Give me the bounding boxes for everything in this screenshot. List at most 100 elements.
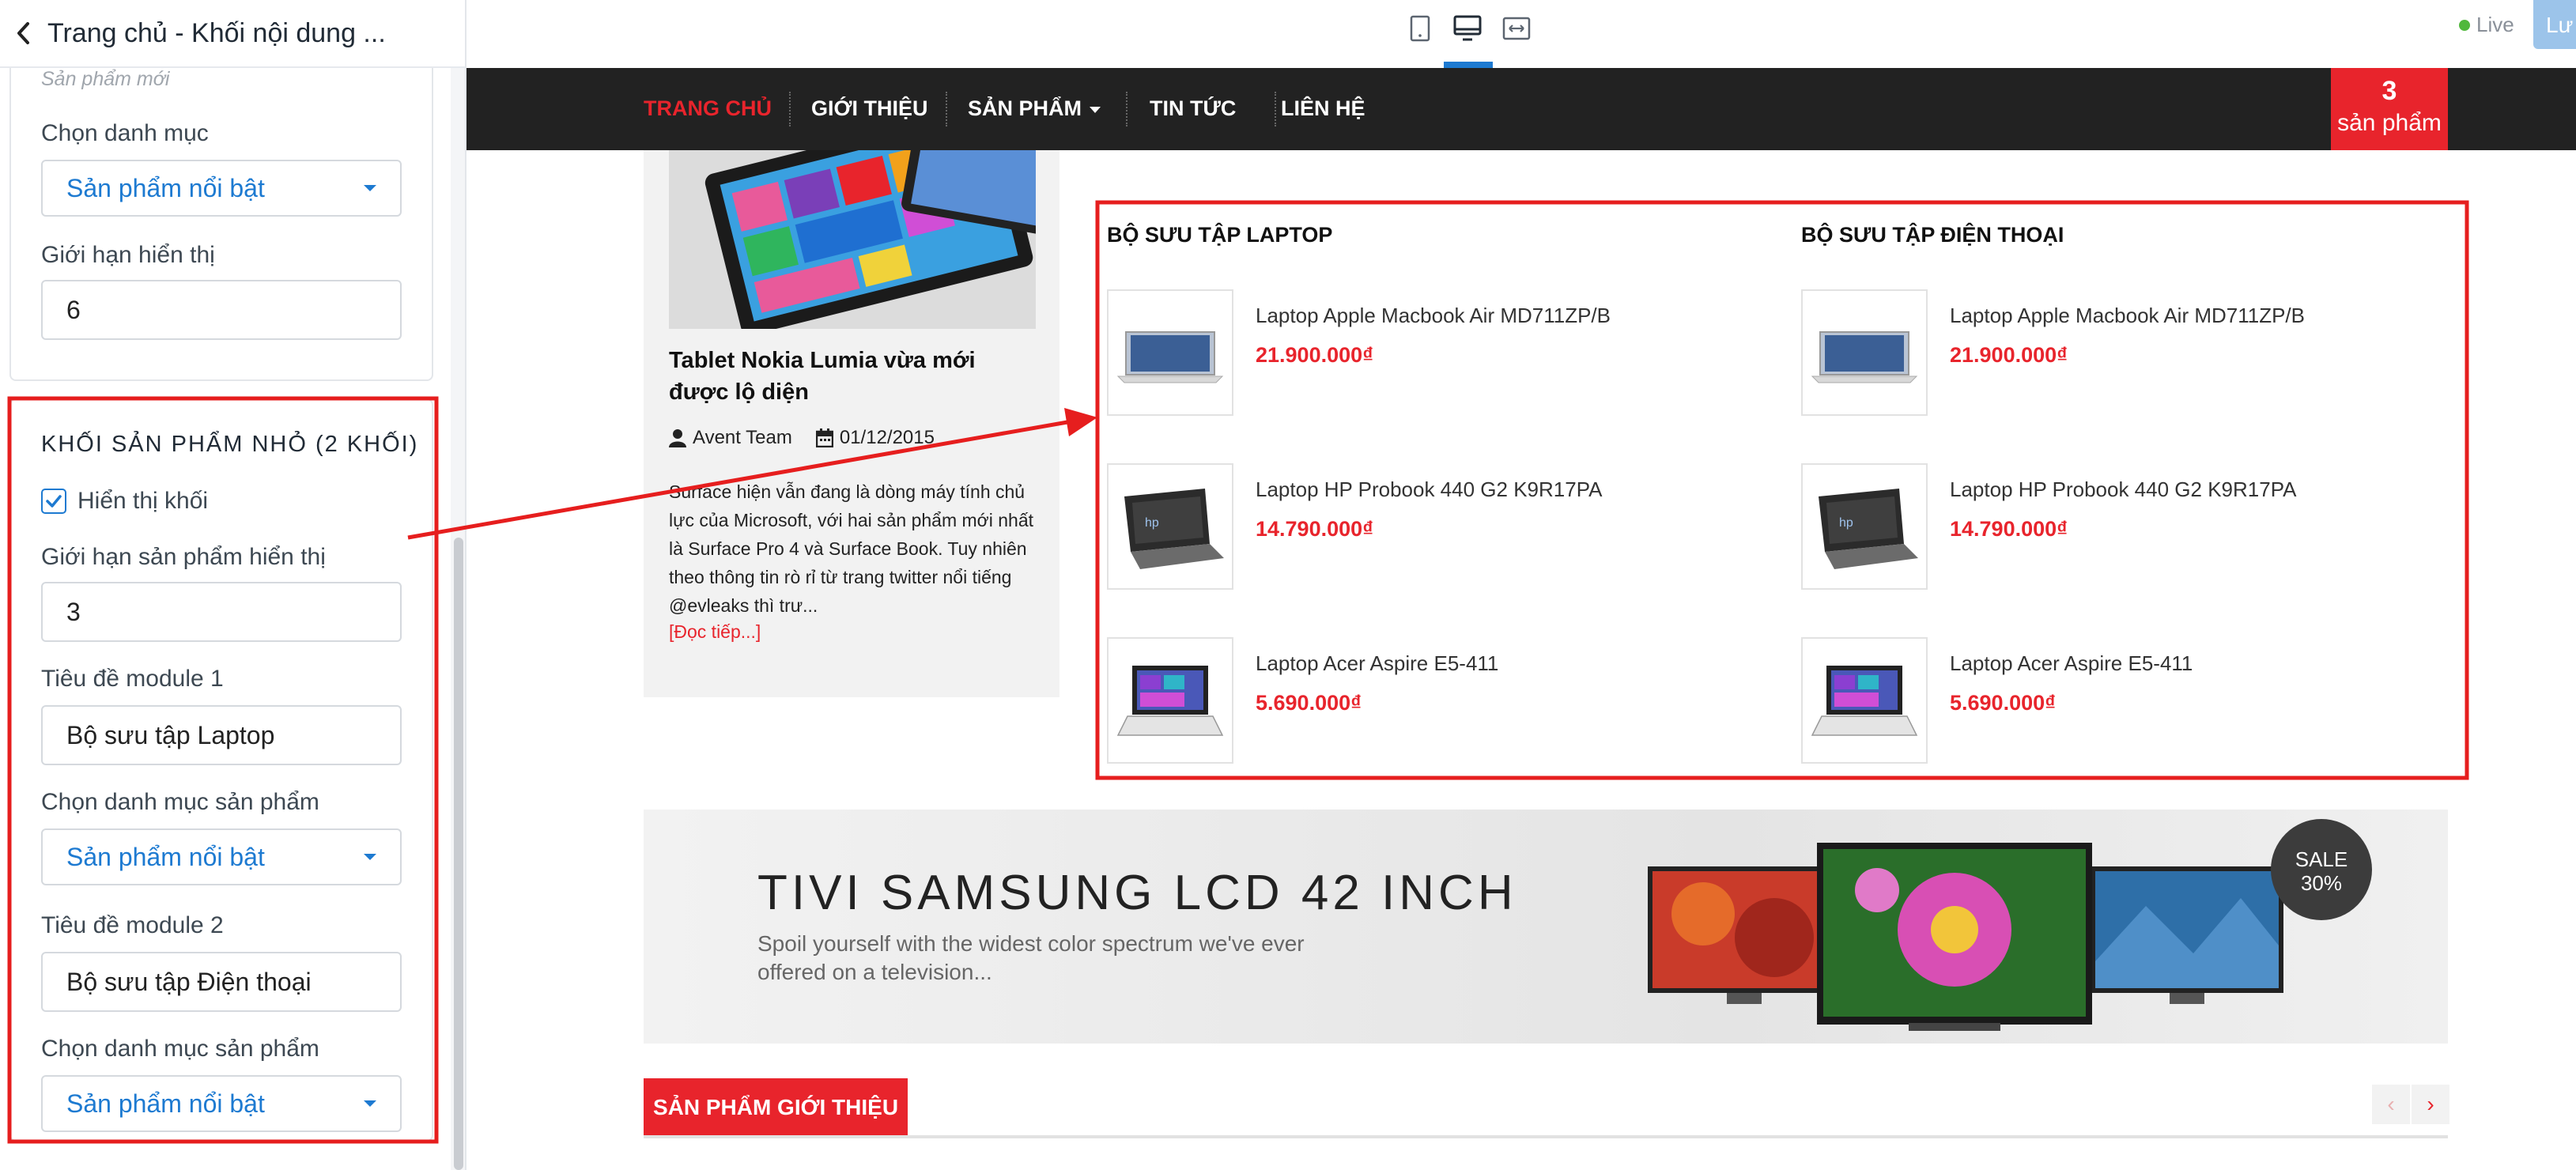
- nav-products-label: SẢN PHẨM: [968, 96, 1082, 120]
- cart-button[interactable]: 3 sản phẩm: [2331, 68, 2448, 150]
- product-item[interactable]: hp Laptop HP Probook 440 G2 K9R17PA 14.7…: [1801, 463, 2481, 590]
- product-price: 14.790.000₫: [1256, 517, 1373, 541]
- live-status: Live: [2459, 13, 2514, 37]
- blog-meta: Avent Team 01/12/2015: [669, 427, 935, 449]
- show-block-label[interactable]: Hiển thị khối: [77, 488, 208, 515]
- blog-title[interactable]: Tablet Nokia Lumia vừa mới được lộ diện: [669, 345, 1041, 408]
- product-thumbnail-acer-aspire[interactable]: [1801, 637, 1928, 764]
- nav-contact[interactable]: LIÊN HỆ: [1281, 96, 1365, 121]
- product-thumbnail-macbook[interactable]: [1801, 289, 1928, 416]
- carousel-next-button[interactable]: ›: [2412, 1085, 2449, 1124]
- module1-title-label: Tiêu đề module 1: [41, 666, 224, 692]
- category-select[interactable]: Sản phẩm nổi bật: [41, 160, 402, 217]
- product-name[interactable]: Laptop Apple Macbook Air MD711ZP/B: [1256, 304, 1611, 328]
- panel-title-small-blocks: KHỐI SẢN PHẨM NHỎ (2 KHỐI): [41, 432, 419, 457]
- product-item[interactable]: Laptop Apple Macbook Air MD711ZP/B 21.90…: [1107, 289, 1787, 416]
- read-more-link[interactable]: [Đọc tiếp...]: [669, 621, 761, 643]
- preview-toolbar: Live Lư: [466, 0, 2576, 68]
- module2-category-label: Chọn danh mục sản phẩm: [41, 1036, 319, 1062]
- display-limit-label: Giới hạn hiển thị: [41, 242, 215, 268]
- banner-title: TIVI SAMSUNG LCD 42 INCH: [757, 866, 1517, 920]
- module2-title-value: Bộ sưu tập Điện thoại: [66, 967, 312, 996]
- cart-label: sản phẩm: [2337, 110, 2442, 136]
- module2-title-input[interactable]: Bộ sưu tập Điện thoại: [41, 952, 402, 1012]
- module1-title-value: Bộ sưu tập Laptop: [66, 720, 275, 749]
- category-label: Chọn danh mục: [41, 120, 209, 146]
- show-block-checkbox[interactable]: [41, 489, 66, 514]
- fullwidth-icon[interactable]: [1499, 11, 1534, 46]
- promo-banner[interactable]: TIVI SAMSUNG LCD 42 INCH Spoil yourself …: [644, 810, 2448, 1044]
- caret-down-icon: [364, 1100, 376, 1107]
- sidebar-title: Trang chủ - Khối nội dung ...: [47, 17, 386, 48]
- settings-panel-small-product-blocks: [9, 398, 433, 1142]
- product-limit-label: Giới hạn sản phẩm hiển thị: [41, 544, 326, 570]
- product-price: 21.900.000₫: [1256, 343, 1373, 367]
- live-label: Live: [2476, 13, 2514, 36]
- product-name[interactable]: Laptop HP Probook 440 G2 K9R17PA: [1950, 477, 2296, 502]
- nav-home[interactable]: TRANG CHỦ: [644, 96, 772, 121]
- collection-title-laptop: BỘ SƯU TẬP LAPTOP: [1107, 223, 1333, 247]
- product-item[interactable]: Laptop Acer Aspire E5-411 5.690.000₫: [1801, 637, 2481, 764]
- nav-news[interactable]: TIN TỨC: [1150, 96, 1236, 121]
- sale-badge: SALE 30%: [2271, 819, 2372, 920]
- product-item[interactable]: hp Laptop HP Probook 440 G2 K9R17PA 14.7…: [1107, 463, 1787, 590]
- carousel-prev-button[interactable]: ‹: [2372, 1085, 2410, 1124]
- chevron-left-icon: [17, 22, 29, 44]
- module2-title-label: Tiêu đề module 2: [41, 912, 224, 938]
- sidebar-header: Trang chủ - Khối nội dung ...: [0, 0, 465, 68]
- mobile-icon[interactable]: [1403, 11, 1437, 46]
- tv-lineup-image: [1648, 843, 2283, 1031]
- sale-badge-label: SALE: [2295, 847, 2348, 871]
- nav-divider: [789, 92, 791, 126]
- blog-date: 01/12/2015: [839, 427, 935, 448]
- product-thumbnail-hp-probook[interactable]: hp: [1801, 463, 1928, 590]
- active-device-indicator: [1444, 62, 1493, 68]
- blog-image-tablet[interactable]: [669, 150, 1036, 329]
- module2-category-select[interactable]: Sản phẩm nổi bật: [41, 1075, 402, 1132]
- cart-count: 3: [2381, 76, 2397, 106]
- nav-divider: [946, 92, 947, 126]
- checkmark-icon: [46, 495, 62, 508]
- module1-category-select[interactable]: Sản phẩm nổi bật: [41, 828, 402, 885]
- product-limit-value: 3: [66, 597, 81, 626]
- product-name[interactable]: Laptop Apple Macbook Air MD711ZP/B: [1950, 304, 2305, 328]
- collection-title-phone: BỘ SƯU TẬP ĐIỆN THOẠI: [1801, 223, 2064, 247]
- blog-author: Avent Team: [693, 427, 792, 448]
- sidebar-scrollbar-thumb[interactable]: [454, 538, 463, 1170]
- product-price: 5.690.000₫: [1950, 691, 2056, 715]
- product-name[interactable]: Laptop Acer Aspire E5-411: [1256, 651, 1498, 676]
- editor-sidebar: Trang chủ - Khối nội dung ... Sản phẩm m…: [0, 0, 466, 1170]
- product-price: 14.790.000₫: [1950, 517, 2068, 541]
- sale-badge-percent: 30%: [2300, 871, 2343, 895]
- caret-down-icon: [1090, 106, 1101, 113]
- display-limit-value: 6: [66, 295, 81, 324]
- product-limit-input[interactable]: 3: [41, 582, 402, 642]
- nav-about[interactable]: GIỚI THIỆU: [811, 96, 928, 121]
- module1-title-input[interactable]: Bộ sưu tập Laptop: [41, 705, 402, 765]
- module2-category-value: Sản phẩm nổi bật: [66, 1089, 265, 1118]
- product-name[interactable]: Laptop HP Probook 440 G2 K9R17PA: [1256, 477, 1602, 502]
- banner-subtitle: Spoil yourself with the widest color spe…: [757, 931, 1305, 984]
- product-item[interactable]: Laptop Apple Macbook Air MD711ZP/B 21.90…: [1801, 289, 2481, 416]
- product-name[interactable]: Laptop Acer Aspire E5-411: [1950, 651, 2193, 676]
- section-label-new-products: Sản phẩm mới: [41, 68, 170, 90]
- desktop-icon[interactable]: [1450, 11, 1485, 46]
- category-select-value: Sản phẩm nổi bật: [66, 173, 265, 202]
- display-limit-input[interactable]: 6: [41, 280, 402, 340]
- caret-down-icon: [364, 854, 376, 860]
- main-nav: TRANG CHỦ GIỚI THIỆU SẢN PHẨM TIN TỨC LI…: [466, 68, 2576, 150]
- save-button[interactable]: Lư: [2533, 0, 2576, 49]
- nav-products[interactable]: SẢN PHẨM: [968, 96, 1101, 121]
- module1-category-label: Chọn danh mục sản phẩm: [41, 789, 319, 815]
- calendar-icon: [815, 428, 833, 447]
- product-thumbnail-macbook[interactable]: [1107, 289, 1233, 416]
- svg-text:hp: hp: [1145, 516, 1159, 530]
- tab-featured-products[interactable]: SẢN PHẨM GIỚI THIỆU: [644, 1078, 908, 1137]
- product-thumbnail-acer-aspire[interactable]: [1107, 637, 1233, 764]
- site-preview: TRANG CHỦ GIỚI THIỆU SẢN PHẨM TIN TỨC LI…: [466, 68, 2576, 1170]
- product-item[interactable]: Laptop Acer Aspire E5-411 5.690.000₫: [1107, 637, 1787, 764]
- back-button[interactable]: [0, 0, 47, 67]
- svg-text:hp: hp: [1839, 516, 1853, 530]
- blog-excerpt: Surface hiện vẫn đang là dòng máy tính c…: [669, 481, 1034, 616]
- product-thumbnail-hp-probook[interactable]: hp: [1107, 463, 1233, 590]
